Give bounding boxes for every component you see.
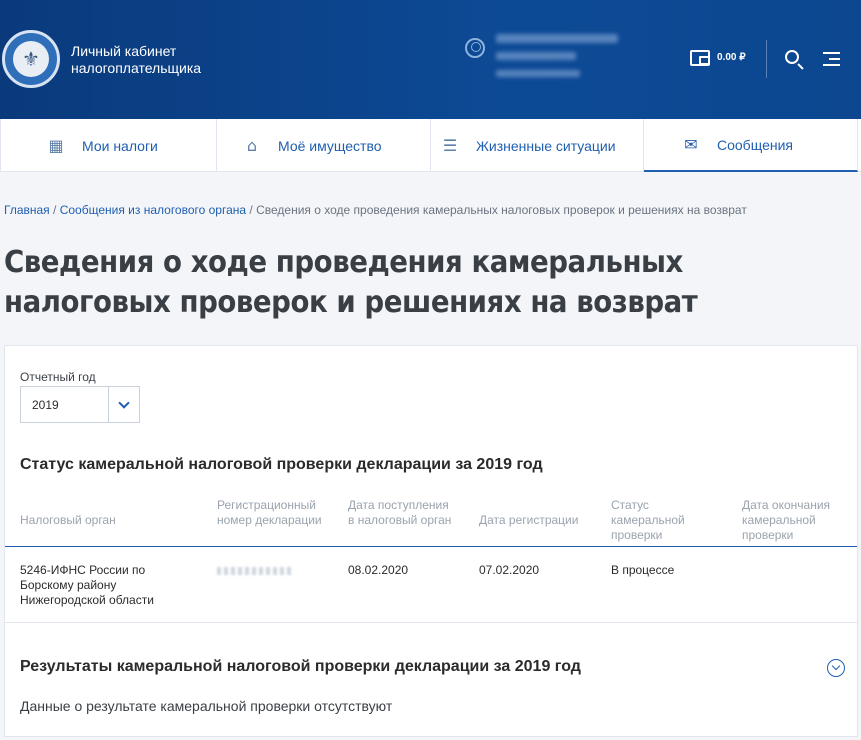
status-section-title: Статус камеральной налоговой проверки де… [20,456,543,473]
envelope-icon: ✉ [684,135,698,154]
tab-life-situations[interactable]: ☰ Жизненные ситуации [431,119,644,172]
user-icon[interactable] [465,38,485,58]
brand-line-1: Личный кабинет [71,43,177,59]
column-header: Дата регистрации [479,513,579,527]
user-name-redacted [496,52,576,60]
content-card: Отчетный год 2019 Статус камеральной нал… [4,345,858,737]
main-nav: ▦ Мои налоги ⌂ Моё имущество ☰ Жизненные… [0,119,861,172]
wallet-icon[interactable] [690,50,710,66]
cell-registered-date: 07.02.2020 [479,563,540,577]
tab-my-taxes[interactable]: ▦ Мои налоги [0,119,217,172]
cell-tax-office: 5246-ИФНС России по Борскому району Ниже… [20,563,154,607]
breadcrumb: Главная / Сообщения из налогового органа… [4,203,747,217]
header-divider [766,40,767,78]
tab-label: Сообщения [717,136,793,153]
breadcrumb-messages[interactable]: Сообщения из налогового органа [60,203,246,217]
calculator-icon: ▦ [48,136,64,155]
tab-label: Моё имущество [278,137,382,154]
year-label: Отчетный год [20,370,96,384]
user-name-redacted[interactable] [496,34,618,43]
menu-icon[interactable] [823,52,840,66]
cell-status: В процессе [611,563,675,577]
tab-messages[interactable]: ✉ Сообщения [644,119,858,172]
results-empty-message: Данные о результате камеральной проверки… [20,698,393,714]
column-header: Дата окончания камеральной проверки [742,498,831,542]
breadcrumb-separator: / [49,203,60,217]
balance-amount[interactable]: 0.00 ₽ [717,52,746,63]
results-section-title[interactable]: Результаты камеральной налоговой проверк… [20,658,581,676]
brand-line-2: налогоплательщика [71,60,202,76]
tab-label: Жизненные ситуации [476,137,616,154]
tab-my-property[interactable]: ⌂ Моё имущество [217,119,431,172]
table-row-divider [5,622,857,623]
tax-service-emblem-icon[interactable]: ⚜ [2,30,60,88]
breadcrumb-separator: / [246,203,257,217]
column-header: Дата поступления в налоговый орган [348,498,452,527]
page-title: Сведения о ходе проведения камеральных н… [4,245,698,320]
user-inn-redacted [496,70,580,77]
chevron-down-icon [118,397,130,409]
select-divider [108,387,109,422]
cell-received-date: 08.02.2020 [348,563,409,577]
brand-title[interactable]: Личный кабинет налогоплательщика [71,43,231,77]
column-header: Регистрационный номер декларации [217,498,322,527]
breadcrumb-current: Сведения о ходе проведения камеральных н… [256,203,747,217]
list-icon: ☰ [442,136,458,155]
table-header-divider [5,546,857,547]
year-value: 2019 [32,398,59,412]
tab-label: Мои налоги [82,137,158,154]
eagle-icon: ⚜ [13,41,49,77]
year-select[interactable]: 2019 [20,386,140,423]
breadcrumb-home[interactable]: Главная [4,203,50,217]
column-header: Статус камеральной проверки [611,498,685,542]
site-header: ⚜ Личный кабинет налогоплательщика 0.00 … [0,0,861,119]
registration-number-redacted [217,567,293,575]
chevron-down-circle-icon[interactable] [827,659,845,677]
search-icon[interactable] [785,50,799,64]
house-icon: ⌂ [246,136,258,155]
column-header: Налоговый орган [20,513,116,527]
